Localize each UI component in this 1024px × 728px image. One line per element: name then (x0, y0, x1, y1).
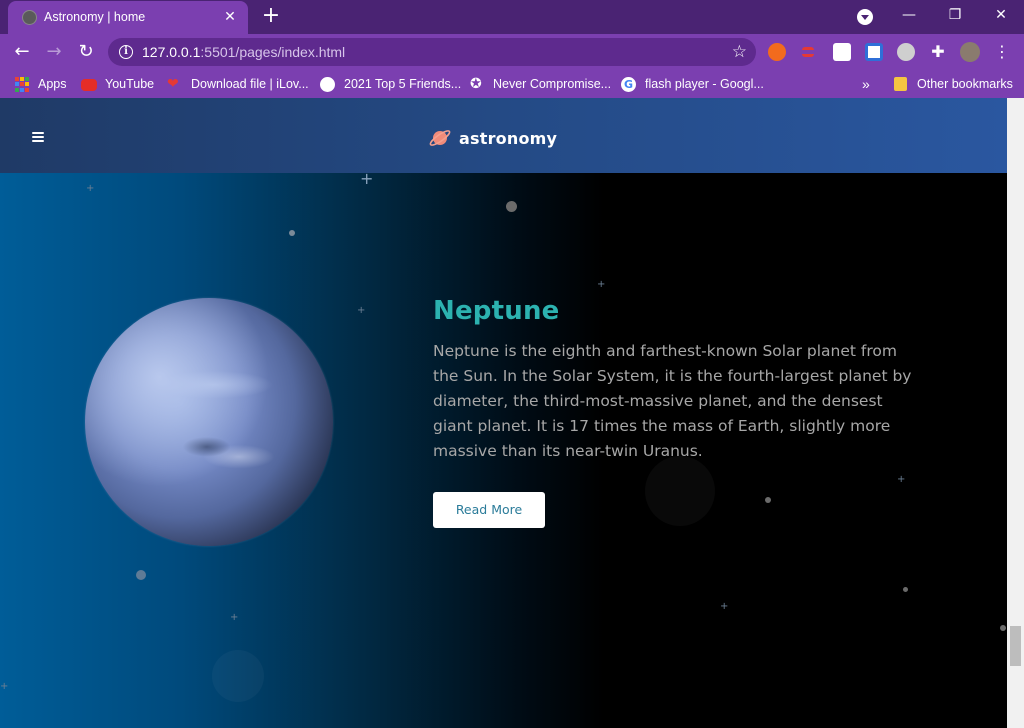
ghost-orb-decoration (212, 650, 264, 702)
sparkle-decoration: + (357, 305, 366, 316)
sparkle-decoration: + (720, 601, 729, 612)
browser-title-bar: Astronomy | home ✕ + — ❐ ✕ (0, 0, 1024, 34)
page-scrollbar[interactable] (1007, 98, 1024, 728)
extension-cloud-icon[interactable] (833, 43, 851, 61)
planet-title: Neptune (433, 296, 560, 326)
star-decoration (289, 230, 295, 236)
bookmarks-bar: Apps YouTube ❤ Download file | iLov... 2… (0, 70, 1024, 98)
read-more-button[interactable]: Read More (433, 492, 545, 528)
bookmark-flash-player[interactable]: flash player - Googl... (645, 76, 764, 92)
ghost-orb-decoration (645, 456, 715, 526)
other-bookmarks[interactable]: Other bookmarks (917, 76, 1013, 92)
bookmark-youtube[interactable]: YouTube (105, 76, 154, 92)
browser-tab[interactable]: Astronomy | home ✕ (8, 1, 248, 34)
star-decoration (765, 497, 771, 503)
reload-icon[interactable]: ↻ (73, 39, 99, 65)
sparkle-decoration: + (230, 612, 239, 623)
logo-text: astronomy (459, 128, 558, 148)
extension-red-icon[interactable] (802, 47, 814, 57)
site-info-icon[interactable]: i (119, 45, 133, 59)
restore-icon[interactable]: ❐ (932, 0, 978, 30)
scrollbar-thumb[interactable] (1010, 626, 1021, 666)
page-viewport: + + + + + + + + astronomy Neptune Neptun… (0, 98, 1007, 728)
star-decoration (136, 570, 146, 580)
planet-info: Neptune Neptune is the eighth and farthe… (433, 296, 923, 528)
extension-screen-icon[interactable] (865, 43, 883, 61)
profile-avatar[interactable] (960, 42, 980, 62)
sparkle-decoration: + (597, 279, 606, 290)
site-logo[interactable]: astronomy (428, 126, 557, 150)
star-decoration (903, 587, 908, 592)
shield-icon: ✪ (470, 76, 482, 92)
browser-menu-icon[interactable]: ⋮ (994, 41, 1010, 63)
bookmark-apps[interactable]: Apps (38, 76, 67, 92)
globe-icon (320, 77, 335, 92)
star-decoration (1000, 625, 1006, 631)
sparkle-decoration: + (897, 474, 906, 485)
youtube-icon (81, 79, 97, 91)
tab-search-icon[interactable] (857, 9, 873, 25)
bookmark-ilovepdf[interactable]: Download file | iLov... (191, 76, 309, 92)
bookmark-never-compromise[interactable]: Never Compromise... (493, 76, 611, 92)
close-tab-icon[interactable]: ✕ (220, 7, 240, 27)
neptune-planet-image (85, 298, 333, 546)
url-text[interactable]: 127.0.0.1:5501/pages/index.html (142, 44, 345, 60)
star-decoration (506, 201, 517, 212)
forward-icon[interactable]: → (41, 39, 67, 65)
close-window-icon[interactable]: ✕ (978, 0, 1024, 30)
new-tab-icon[interactable]: + (258, 4, 284, 30)
extensions-puzzle-icon[interactable]: ✚ (929, 43, 947, 61)
bookmarks-overflow-icon[interactable]: » (862, 76, 870, 92)
sparkle-decoration: + (0, 681, 9, 692)
tab-title: Astronomy | home (44, 10, 146, 24)
folder-icon (894, 77, 907, 91)
google-icon: G (621, 77, 636, 92)
minimize-icon[interactable]: — (886, 0, 932, 30)
heart-icon: ❤ (167, 76, 179, 92)
address-bar[interactable]: i 127.0.0.1:5501/pages/index.html ☆ (108, 38, 756, 66)
extension-globe-icon[interactable] (897, 43, 915, 61)
back-icon[interactable]: ← (9, 39, 35, 65)
extension-infinity-icon[interactable] (768, 43, 786, 61)
sparkle-decoration: + (360, 169, 374, 188)
bookmark-top-5-friends[interactable]: 2021 Top 5 Friends... (344, 76, 461, 92)
planet-description: Neptune is the eighth and farthest-known… (433, 342, 912, 460)
sparkle-decoration: + (86, 183, 95, 194)
planet-logo-icon (429, 130, 451, 146)
bookmark-star-icon[interactable]: ☆ (732, 42, 747, 62)
hamburger-menu-icon[interactable] (32, 132, 44, 142)
globe-favicon-icon (22, 10, 37, 25)
browser-toolbar: ← → ↻ i 127.0.0.1:5501/pages/index.html … (0, 34, 1024, 70)
site-header: astronomy (0, 98, 1007, 173)
apps-grid-icon (15, 77, 30, 92)
